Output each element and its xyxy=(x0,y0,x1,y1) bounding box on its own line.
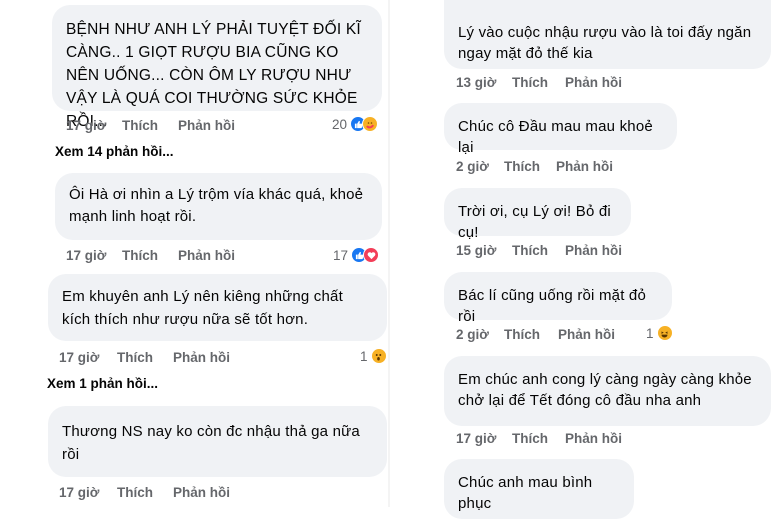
right-comment-column: Lý vào cuộc nhậu rượu vào là toi đấy ngă… xyxy=(390,0,780,519)
reaction-count: 17 xyxy=(333,247,349,263)
comment-actions: 17 giờ Thích Phản hồi xyxy=(66,248,235,263)
comment-actions: 17 giờ Thích Phản hồi xyxy=(456,431,622,446)
like-link[interactable]: Thích xyxy=(122,248,178,263)
reply-link[interactable]: Phản hồi xyxy=(565,243,622,258)
care-icon xyxy=(362,116,379,132)
comment-timestamp: 17 giờ xyxy=(59,350,100,365)
haha-icon xyxy=(656,325,673,341)
reply-link[interactable]: Phản hồi xyxy=(565,75,622,90)
reaction-summary[interactable]: 1 xyxy=(646,325,673,341)
comment-text: Lý vào cuộc nhậu rượu vào là toi đấy ngă… xyxy=(458,24,752,62)
comment-timestamp: 17 giờ xyxy=(66,248,107,263)
comment-text: Chúc cô Đầu mau mau khoẻ lại xyxy=(458,118,653,156)
comment-timestamp: 17 giờ xyxy=(456,431,497,446)
comment-timestamp: 13 giờ xyxy=(456,75,497,90)
view-replies-link[interactable]: Xem 1 phản hồi... xyxy=(47,376,158,391)
like-link[interactable]: Thích xyxy=(122,118,178,133)
comment-bubble: Em khuyên anh Lý nên kiêng những chất kí… xyxy=(48,274,387,341)
comment-bubble: Lý vào cuộc nhậu rượu vào là toi đấy ngă… xyxy=(444,0,771,69)
like-link[interactable]: Thích xyxy=(504,327,558,342)
reaction-count: 1 xyxy=(360,348,368,364)
like-link[interactable]: Thích xyxy=(117,350,173,365)
comment-bubble: Ôi Hà ơi nhìn a Lý trộm vía khác quá, kh… xyxy=(55,173,382,240)
comment-actions: 2 giờ Thích Phản hồi xyxy=(456,327,615,342)
comment-bubble: Em chúc anh cong lý càng ngày càng khỏe … xyxy=(444,356,771,426)
love-icon xyxy=(363,247,380,263)
comment-actions: 17 giờ Thích Phản hồi xyxy=(66,118,235,133)
comment-actions: 17 giờ Thích Phản hồi xyxy=(59,485,230,500)
comment-timestamp: 2 giờ xyxy=(456,159,489,174)
reply-link[interactable]: Phản hồi xyxy=(173,485,230,500)
comment-bubble: Bác lí cũng uống rồi mặt đỏ rồi xyxy=(444,272,672,325)
comment-text: Ôi Hà ơi nhìn a Lý trộm vía khác quá, kh… xyxy=(69,186,364,225)
reaction-summary[interactable]: 1 xyxy=(360,348,387,364)
comment-actions: 15 giờ Thích Phản hồi xyxy=(456,243,622,258)
comment-text: Chúc anh mau bình phục xyxy=(458,474,593,512)
comment-text: Bác lí cũng uống rồi mặt đỏ rồi xyxy=(458,287,647,325)
comment-timestamp: 15 giờ xyxy=(456,243,497,258)
comment-text: BỆNH NHƯ ANH LÝ PHẢI TUYỆT ĐỐI KĨ CÀNG..… xyxy=(66,21,361,130)
comment-timestamp: 17 giờ xyxy=(59,485,100,500)
comment-timestamp: 17 giờ xyxy=(66,118,107,133)
wow-icon xyxy=(370,348,387,364)
reaction-count: 20 xyxy=(332,116,348,132)
comment-actions: 17 giờ Thích Phản hồi xyxy=(59,350,230,365)
like-link[interactable]: Thích xyxy=(504,159,556,174)
reaction-summary[interactable]: 20 xyxy=(332,116,379,132)
comment-text: Thương NS nay ko còn đc nhậu thả ga nữa … xyxy=(62,423,360,463)
comment-bubble: Chúc cô Đầu mau mau khoẻ lại xyxy=(444,103,677,156)
like-link[interactable]: Thích xyxy=(512,243,565,258)
comment-bubble: BỆNH NHƯ ANH LÝ PHẢI TUYỆT ĐỐI KĨ CÀNG..… xyxy=(52,5,382,130)
comment-text: Em khuyên anh Lý nên kiêng những chất kí… xyxy=(62,288,343,328)
comment-bubble: Chúc anh mau bình phục xyxy=(444,459,634,519)
reply-link[interactable]: Phản hồi xyxy=(556,159,613,174)
like-link[interactable]: Thích xyxy=(117,485,173,500)
view-replies-link[interactable]: Xem 14 phản hồi... xyxy=(55,144,174,159)
reply-link[interactable]: Phản hồi xyxy=(178,248,235,263)
comment-text: Em chúc anh cong lý càng ngày càng khỏe … xyxy=(458,371,752,409)
reply-link[interactable]: Phản hồi xyxy=(173,350,230,365)
comment-text: Trời ơi, cụ Lý ơi! Bỏ đi cụ! xyxy=(458,203,611,241)
reply-link[interactable]: Phản hồi xyxy=(565,431,622,446)
comment-timestamp: 2 giờ xyxy=(456,327,489,342)
reply-link[interactable]: Phản hồi xyxy=(178,118,235,133)
comment-bubble: Trời ơi, cụ Lý ơi! Bỏ đi cụ! xyxy=(444,188,631,241)
comment-bubble: Thương NS nay ko còn đc nhậu thả ga nữa … xyxy=(48,406,387,477)
reply-link[interactable]: Phản hồi xyxy=(558,327,615,342)
comment-actions: 13 giờ Thích Phản hồi xyxy=(456,75,622,90)
reaction-count: 1 xyxy=(646,325,654,341)
like-link[interactable]: Thích xyxy=(512,431,565,446)
reaction-summary[interactable]: 17 xyxy=(333,247,380,263)
left-comment-column: BỆNH NHƯ ANH LÝ PHẢI TUYỆT ĐỐI KĨ CÀNG..… xyxy=(0,0,390,507)
like-link[interactable]: Thích xyxy=(512,75,565,90)
comment-actions: 2 giờ Thích Phản hồi xyxy=(456,159,613,174)
